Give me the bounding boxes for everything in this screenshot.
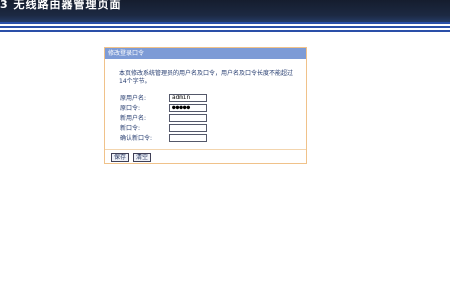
new-password-label: 新口令: bbox=[120, 125, 141, 132]
old-password-label: 原口令: bbox=[120, 105, 141, 112]
instructions-text: 本页修改系统管理员的用户名及口令，用户名及口令长度不能超过14个字节。 bbox=[119, 70, 294, 85]
change-password-panel: 修改登录口令 本页修改系统管理员的用户名及口令，用户名及口令长度不能超过14个字… bbox=[104, 47, 307, 164]
new-password-input[interactable] bbox=[169, 124, 207, 132]
old-password-input[interactable]: ●●●●● bbox=[169, 104, 207, 112]
old-username-label: 原用户名: bbox=[120, 95, 147, 102]
new-username-input[interactable] bbox=[169, 114, 207, 122]
save-button[interactable]: 保存 bbox=[111, 153, 129, 162]
new-username-label: 新用户名: bbox=[120, 115, 147, 122]
old-username-input[interactable]: admin bbox=[169, 94, 207, 102]
banner-stripe bbox=[0, 22, 450, 32]
top-banner: 3 无线路由器管理页面 bbox=[0, 0, 450, 22]
panel-divider bbox=[105, 149, 306, 150]
panel-header: 修改登录口令 bbox=[105, 48, 306, 59]
clear-button[interactable]: 清空 bbox=[133, 153, 151, 162]
confirm-password-input[interactable] bbox=[169, 134, 207, 142]
confirm-password-label: 确认新口令: bbox=[120, 135, 153, 142]
panel-title: 修改登录口令 bbox=[108, 50, 145, 57]
banner-title: 3 无线路由器管理页面 bbox=[0, 0, 122, 11]
